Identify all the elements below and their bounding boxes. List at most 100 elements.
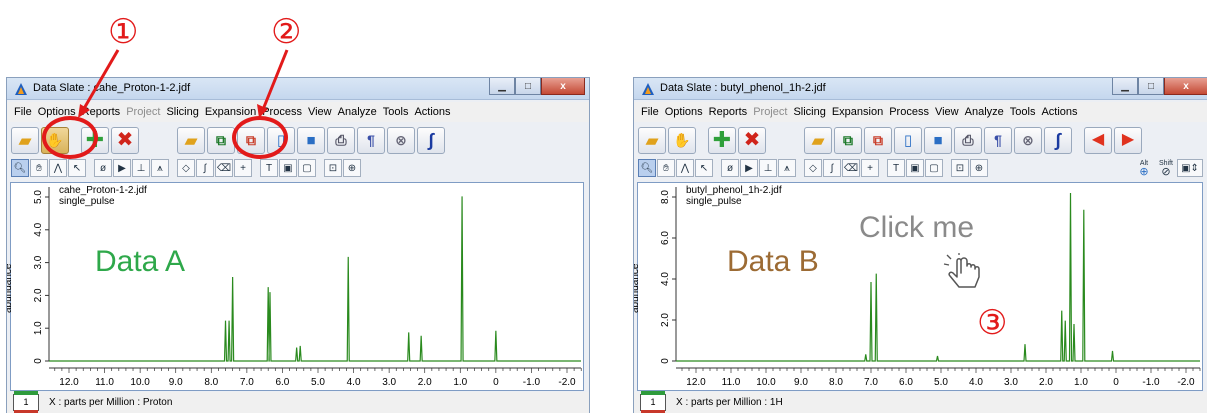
- page-indicator[interactable]: 1: [13, 391, 39, 413]
- peak-icon: ⋀: [680, 162, 690, 174]
- integral-tool-button[interactable]: ∫: [823, 159, 841, 177]
- menu-file[interactable]: File: [638, 106, 662, 118]
- maximize-button[interactable]: □: [1138, 78, 1164, 95]
- save-button[interactable]: ■: [297, 126, 325, 154]
- menu-actions[interactable]: Actions: [411, 106, 453, 118]
- menu-view[interactable]: View: [305, 106, 335, 118]
- x-tick-label: 5.0: [311, 377, 325, 388]
- menu-file[interactable]: File: [11, 106, 35, 118]
- open-folder-button[interactable]: ▰: [11, 126, 39, 154]
- minimize-button[interactable]: ▁: [489, 78, 515, 95]
- play-button[interactable]: ▶: [740, 159, 758, 177]
- view-mode-button[interactable]: ▣⇕: [1177, 159, 1203, 177]
- open-file-button[interactable]: ▰: [804, 126, 832, 154]
- menu-actions[interactable]: Actions: [1038, 106, 1080, 118]
- page-indicator[interactable]: 1: [640, 391, 666, 413]
- save-button[interactable]: ■: [924, 126, 952, 154]
- frame-button[interactable]: ▢: [298, 159, 316, 177]
- grid-button[interactable]: ⊡: [324, 159, 342, 177]
- target-button[interactable]: ⊕: [970, 159, 988, 177]
- zoom-tool-button[interactable]: 🔍︎: [638, 159, 656, 177]
- x-tick-label: -1.0: [1142, 377, 1160, 388]
- play-button[interactable]: ▶: [113, 159, 131, 177]
- baseline-button[interactable]: ⊥: [132, 159, 150, 177]
- print-button[interactable]: ⎙: [327, 126, 355, 154]
- print-button[interactable]: ⎙: [954, 126, 982, 154]
- pointer-tool-button[interactable]: ↖: [68, 159, 86, 177]
- stop-button[interactable]: ⊗: [387, 126, 415, 154]
- trash-button[interactable]: ▯: [894, 126, 922, 154]
- menu-analyze[interactable]: Analyze: [335, 106, 380, 118]
- peak-tool-button[interactable]: ⋀: [676, 159, 694, 177]
- close-button[interactable]: x: [1164, 78, 1207, 95]
- properties-button[interactable]: ¶: [357, 126, 385, 154]
- phase-button[interactable]: ø: [94, 159, 112, 177]
- subtract-button[interactable]: ⧉: [864, 126, 892, 154]
- status-text: X : parts per Million : Proton: [49, 397, 173, 408]
- baseline-button[interactable]: ⊥: [759, 159, 777, 177]
- x-tick-label: 4.0: [347, 377, 361, 388]
- menu-expansion[interactable]: Expansion: [829, 106, 886, 118]
- menu-options[interactable]: Options: [662, 106, 706, 118]
- hand-tool-button[interactable]: ✋: [668, 126, 696, 154]
- frame-icon: ▢: [302, 162, 312, 174]
- close-button[interactable]: x: [541, 78, 585, 95]
- zoom-tool-button[interactable]: 🔍︎: [11, 159, 29, 177]
- peak-pick-button[interactable]: ⩚: [778, 159, 796, 177]
- frame-button[interactable]: ▢: [925, 159, 943, 177]
- menu-reports[interactable]: Reports: [79, 106, 124, 118]
- menu-view[interactable]: View: [932, 106, 962, 118]
- menu-slicing[interactable]: Slicing: [163, 106, 201, 118]
- grid-button[interactable]: ⊡: [951, 159, 969, 177]
- integrate-button[interactable]: ∫: [417, 126, 445, 154]
- crosshair-button[interactable]: +: [234, 159, 252, 177]
- minimize-button[interactable]: ▁: [1112, 78, 1138, 95]
- overlay-add-button[interactable]: ⧉: [834, 126, 862, 154]
- overlay-add-button[interactable]: ⧉: [207, 126, 235, 154]
- add-button[interactable]: ✚: [708, 126, 736, 154]
- menu-slicing[interactable]: Slicing: [790, 106, 828, 118]
- menu-analyze[interactable]: Analyze: [962, 106, 1007, 118]
- image-button[interactable]: ▣: [906, 159, 924, 177]
- remove-button[interactable]: ✖: [738, 126, 766, 154]
- eraser-button[interactable]: ⌫: [842, 159, 860, 177]
- open-folder-button[interactable]: ▰: [638, 126, 666, 154]
- pan-tool-button[interactable]: ✋︎: [30, 159, 48, 177]
- diamond-button[interactable]: ◇: [177, 159, 195, 177]
- highlight-circle-2: [232, 116, 288, 159]
- peak-pick-button[interactable]: ⩚: [151, 159, 169, 177]
- text-button[interactable]: T: [887, 159, 905, 177]
- pointer-tool-button[interactable]: ↖: [695, 159, 713, 177]
- crosshair-button[interactable]: +: [861, 159, 879, 177]
- x-tick-label: 12.0: [59, 377, 79, 388]
- previous-button[interactable]: ◀: [1084, 126, 1112, 154]
- spectrum-plot[interactable]: 5.0 4.0 3.0 2.0 1.0 0 12.0 11.0 10.0 9.0 8.0 7.0 6.0…: [7, 182, 584, 391]
- remove-button[interactable]: ✖: [111, 126, 139, 154]
- secondary-toolbar: 🔍︎ ✋︎ ⋀ ↖ ø ▶ ⊥ ⩚ ◇ ∫ ⌫ + T ▣ ▢ ⊡ ⊕ Alt …: [638, 158, 1204, 178]
- spectrum-plot[interactable]: 8.0 6.0 4.0 2.0 0 12.0 11.0 10.0 9.0 8.0 7.0 6.0 5.0…: [634, 182, 1203, 391]
- next-button[interactable]: ▶: [1114, 126, 1142, 154]
- integral-tool-button[interactable]: ∫: [196, 159, 214, 177]
- properties-button[interactable]: ¶: [984, 126, 1012, 154]
- integrate-button[interactable]: ∫: [1044, 126, 1072, 154]
- alt-modifier[interactable]: Alt ⊕: [1133, 160, 1155, 178]
- menu-process[interactable]: Process: [886, 106, 932, 118]
- peak-tool-button[interactable]: ⋀: [49, 159, 67, 177]
- eraser-button[interactable]: ⌫: [215, 159, 233, 177]
- maximize-button[interactable]: □: [515, 78, 541, 95]
- menu-tools[interactable]: Tools: [380, 106, 412, 118]
- menu-reports[interactable]: Reports: [706, 106, 751, 118]
- target-icon: ⊕: [347, 162, 357, 174]
- phase-button[interactable]: ø: [721, 159, 739, 177]
- menu-tools[interactable]: Tools: [1007, 106, 1039, 118]
- shift-modifier[interactable]: Shift ⊘: [1155, 160, 1177, 178]
- text-button[interactable]: T: [260, 159, 278, 177]
- open-file-button[interactable]: ▰: [177, 126, 205, 154]
- y-tick-label: 0: [33, 358, 44, 364]
- stop-button[interactable]: ⊗: [1014, 126, 1042, 154]
- target-button[interactable]: ⊕: [343, 159, 361, 177]
- diamond-button[interactable]: ◇: [804, 159, 822, 177]
- pan-tool-button[interactable]: ✋︎: [657, 159, 675, 177]
- play-icon: ▶: [118, 162, 126, 174]
- image-button[interactable]: ▣: [279, 159, 297, 177]
